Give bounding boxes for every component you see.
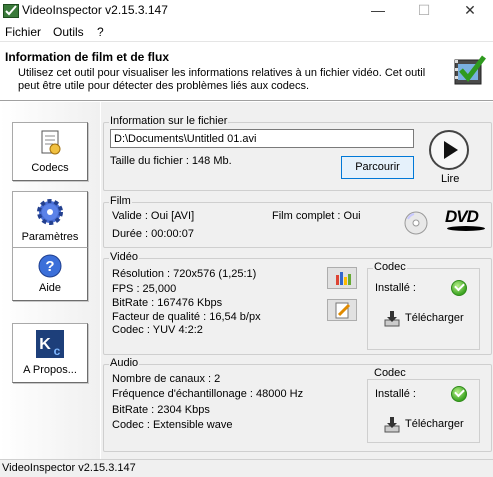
sidebar: Codecs Paramètres ? Aide K c A Propos... xyxy=(0,102,100,459)
minimize-button[interactable]: — xyxy=(355,0,401,22)
film-complete-text: Film complet : Oui xyxy=(272,210,361,222)
codecs-icon xyxy=(41,130,61,155)
sidebar-item-apropos[interactable]: K c A Propos... xyxy=(12,323,88,383)
dvd-logo: DVD xyxy=(445,207,479,226)
video-line: FPS : 25,000 xyxy=(112,283,177,295)
download-icon xyxy=(384,417,400,433)
file-path-input[interactable] xyxy=(110,129,414,148)
menu-fichier[interactable]: Fichier xyxy=(5,25,41,39)
file-size-text: Taille du fichier : 148 Mb. xyxy=(110,155,232,167)
sidebar-item-label: A Propos... xyxy=(23,364,77,376)
maximize-button[interactable]: ☐ xyxy=(401,0,447,22)
menu-help[interactable]: ? xyxy=(97,25,104,39)
sidebar-item-label: Codecs xyxy=(31,162,69,174)
audio-installed-label: Installé : xyxy=(375,388,416,400)
download-label: Télécharger xyxy=(405,312,464,324)
video-line: Facteur de qualité : 16,54 b/px xyxy=(112,311,261,323)
film-title: Film xyxy=(109,195,132,207)
audio-line: Fréquence d'échantillonage : 48000 Hz xyxy=(112,388,304,400)
audio-line: Codec : Extensible wave xyxy=(112,419,233,431)
audio-download-button[interactable]: Télécharger xyxy=(381,414,465,436)
check-ok-icon xyxy=(451,386,467,402)
svg-text:?: ? xyxy=(45,258,54,275)
video-stats-button[interactable] xyxy=(327,267,357,289)
video-line: BitRate : 167476 Kbps xyxy=(112,297,223,309)
dvd-logo-disc xyxy=(447,226,485,231)
check-ok-icon xyxy=(451,280,467,296)
sidebar-item-parametres[interactable]: Paramètres xyxy=(12,191,88,250)
edit-note-icon xyxy=(335,302,351,319)
title-bar: VideoInspector v2.15.3.147 — ☐ ✕ xyxy=(0,0,493,22)
content-panel: Information sur le fichier Taille du fic… xyxy=(101,102,493,459)
svg-text:c: c xyxy=(54,344,61,358)
header-panel: Information de film et de flux Utilisez … xyxy=(0,42,493,101)
kc-logo-icon: K c xyxy=(36,330,64,358)
close-button[interactable]: ✕ xyxy=(447,0,493,22)
page-title: Information de film et de flux xyxy=(5,50,170,64)
sidebar-item-codecs[interactable]: Codecs xyxy=(12,122,88,181)
download-icon xyxy=(384,311,400,327)
sidebar-item-label: Paramètres xyxy=(21,231,79,243)
header-film-check-icon xyxy=(454,55,486,85)
file-info-title: Information sur le fichier xyxy=(109,115,229,127)
browse-button[interactable]: Parcourir xyxy=(341,156,414,179)
sidebar-item-aide[interactable]: ? Aide xyxy=(12,247,88,301)
cd-icon xyxy=(404,211,428,235)
film-valid-text: Valide : Oui [AVI] xyxy=(112,210,195,222)
video-installed-label: Installé : xyxy=(375,282,416,294)
film-group xyxy=(103,202,492,248)
bar-chart-icon xyxy=(336,272,351,285)
audio-title: Audio xyxy=(109,357,140,369)
sidebar-item-label: Aide xyxy=(38,282,62,294)
status-text: VideoInspector v2.15.3.147 xyxy=(2,462,136,474)
menu-outils[interactable]: Outils xyxy=(53,25,84,39)
status-bar: VideoInspector v2.15.3.147 xyxy=(0,459,493,477)
video-codec-title: Codec xyxy=(373,261,407,273)
menu-bar: Fichier Outils ? xyxy=(0,22,493,42)
audio-codec-title: Codec xyxy=(373,367,407,379)
gear-icon xyxy=(37,199,63,225)
film-duration-text: Durée : 00:00:07 xyxy=(112,228,194,240)
audio-line: Nombre de canaux : 2 xyxy=(112,373,221,385)
audio-line: BitRate : 2304 Kbps xyxy=(112,404,210,416)
app-icon xyxy=(3,4,19,18)
video-edit-button[interactable] xyxy=(327,299,357,321)
download-label: Télécharger xyxy=(405,418,464,430)
video-line: Résolution : 720x576 (1,25:1) xyxy=(112,268,257,280)
page-description: Utilisez cet outil pour visualiser les i… xyxy=(18,67,426,92)
window-title: VideoInspector v2.15.3.147 xyxy=(22,3,168,17)
svg-text:K: K xyxy=(39,336,51,353)
help-icon: ? xyxy=(38,254,62,278)
video-title: Vidéo xyxy=(109,251,139,263)
play-button[interactable] xyxy=(428,129,470,171)
video-download-button[interactable]: Télécharger xyxy=(381,308,465,330)
play-label: Lire xyxy=(441,173,460,185)
video-line: Codec : YUV 4:2:2 xyxy=(112,324,203,336)
